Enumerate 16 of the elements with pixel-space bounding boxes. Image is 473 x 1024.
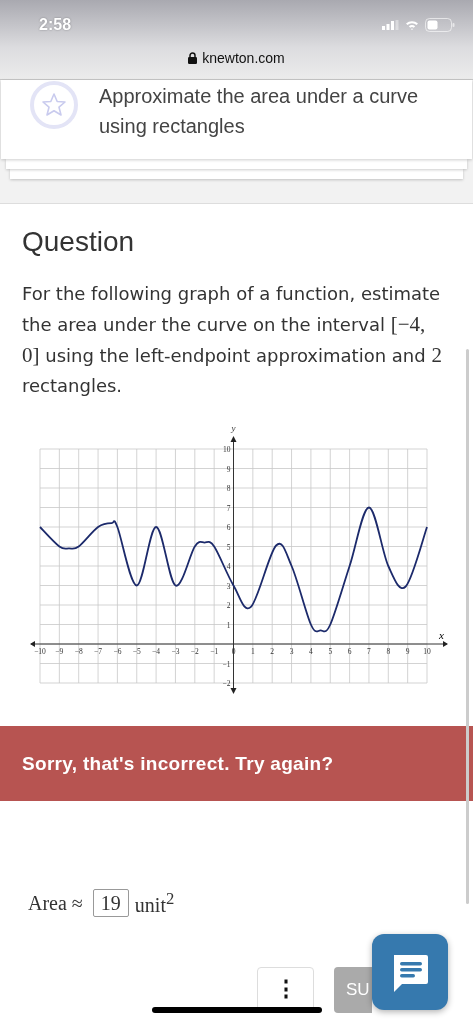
unit-label: unit$^{2}$: [134, 889, 175, 917]
area-label: Area ≈: [28, 891, 83, 915]
answer-field[interactable]: 19: [92, 889, 129, 917]
question-heading: Question: [22, 226, 136, 258]
feedback-message: Sorry, that's incorrect. Try again?: [22, 752, 334, 775]
wifi-icon: [405, 20, 419, 30]
signal-icon: [382, 20, 399, 30]
lesson-title: Approximate the area under a curve using rectangles: [99, 84, 420, 139]
lock-icon: [188, 52, 198, 64]
chat-button[interactable]: [372, 934, 448, 1010]
battery-icon: [425, 18, 455, 32]
x-axis-label: x: [439, 629, 444, 641]
url-text[interactable]: knewton.com: [202, 50, 285, 66]
status-time: 2:58: [39, 16, 72, 34]
y-axis-label: y: [231, 423, 236, 433]
question-text: For the following graph of a function, estimate the area under the curve on the interval [−4, 0] using the left-endpoint approximation and 2 rectangles.: [22, 282, 442, 398]
